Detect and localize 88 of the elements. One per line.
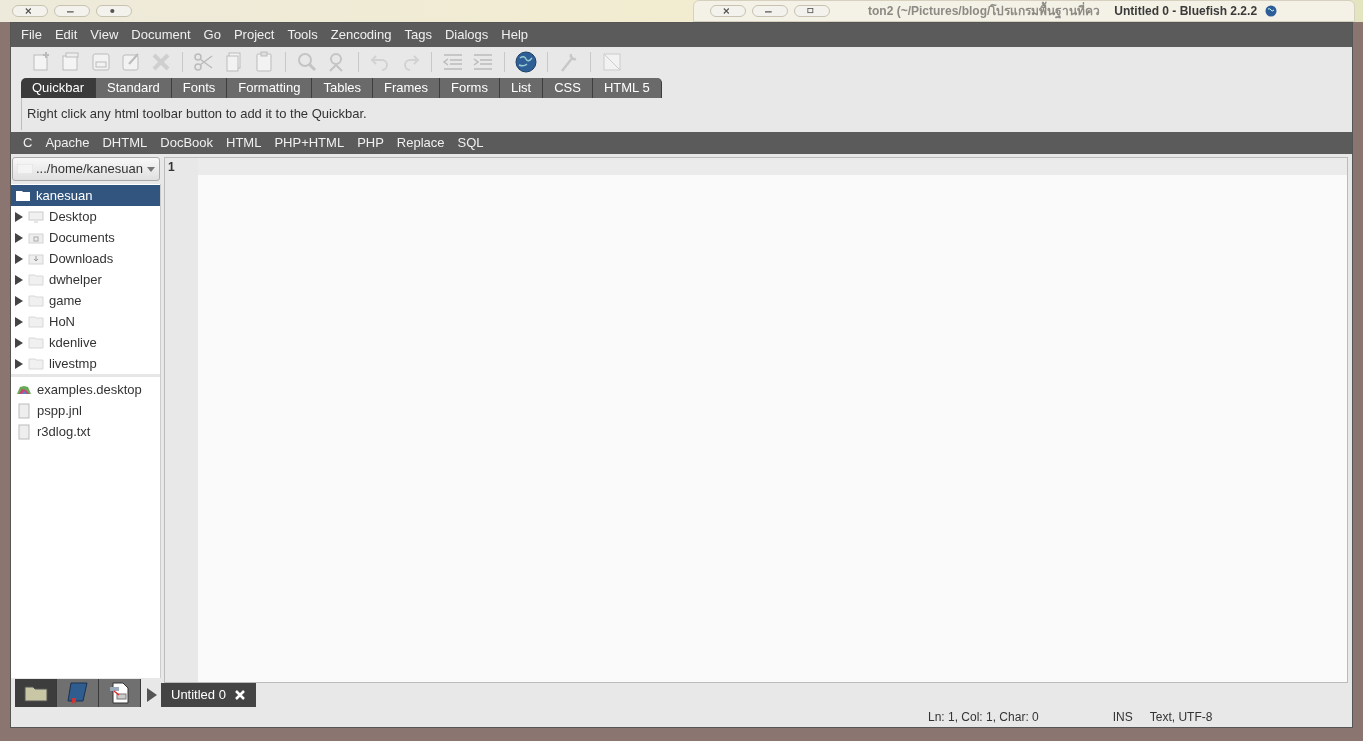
- expander-icon[interactable]: [15, 274, 23, 285]
- editor-area[interactable]: [198, 158, 1347, 682]
- insert-mode: INS: [1112, 709, 1133, 726]
- tree-label: kdenlive: [49, 333, 97, 352]
- toolbar-tab[interactable]: Tables: [312, 78, 374, 98]
- toolbar-tab[interactable]: CSS: [543, 78, 593, 98]
- globe-icon[interactable]: [514, 50, 538, 74]
- menu-item[interactable]: SQL: [451, 133, 490, 153]
- toolbar-tab[interactable]: Quickbar: [21, 78, 97, 98]
- tree-item[interactable]: kdenlive: [11, 332, 160, 353]
- document-encoding: Text, UTF-8: [1149, 709, 1213, 726]
- maximize-icon[interactable]: [794, 5, 830, 17]
- fullscreen-icon[interactable]: [600, 50, 624, 74]
- expander-icon[interactable]: [15, 211, 23, 222]
- menu-item[interactable]: DHTML: [96, 133, 154, 153]
- menu-item[interactable]: Project: [227, 25, 281, 45]
- save-icon[interactable]: [89, 50, 113, 74]
- globe-icon: [1265, 5, 1278, 17]
- toolbar-tab[interactable]: Fonts: [171, 78, 228, 98]
- tree-item[interactable]: dwhelper: [11, 269, 160, 290]
- tree-item[interactable]: Downloads: [11, 248, 160, 269]
- file-name[interactable]: r3dlog.txt: [37, 421, 91, 442]
- document-tab[interactable]: Untitled 0: [161, 683, 256, 707]
- side-panel-tab[interactable]: [99, 679, 141, 707]
- tree-label: livestmp: [49, 354, 97, 373]
- menu-item[interactable]: Apache: [39, 133, 96, 153]
- menu-item[interactable]: Tools: [281, 25, 324, 45]
- minimize-icon[interactable]: [54, 5, 90, 17]
- toolbar-tab[interactable]: Frames: [373, 78, 441, 98]
- tree-item[interactable]: kanesuan: [11, 185, 160, 206]
- menu-item[interactable]: File: [15, 25, 48, 45]
- minimize-icon[interactable]: [752, 5, 788, 17]
- line-number: 1: [168, 159, 176, 176]
- menu-item[interactable]: Zencoding: [324, 25, 398, 45]
- window-title: Untitled 0 - Bluefish 2.2.2: [1114, 3, 1258, 20]
- expander-icon[interactable]: [15, 337, 23, 348]
- toolbar-tab[interactable]: List: [499, 78, 544, 98]
- maximize-icon[interactable]: [96, 5, 132, 17]
- expander-icon[interactable]: [15, 358, 23, 369]
- menu-item[interactable]: View: [84, 25, 125, 45]
- tree-label: Desktop: [49, 207, 97, 226]
- toolbar-tab[interactable]: Formatting: [227, 78, 313, 98]
- side-panel-tab[interactable]: [15, 679, 57, 707]
- toolbar-tab[interactable]: Forms: [440, 78, 500, 98]
- text-icon: [16, 402, 32, 419]
- file-name[interactable]: examples.desktop: [37, 379, 142, 400]
- background-window-title: ton2 (~/Pictures/blog/โปรแกรมพื้นฐานที่คว: [868, 2, 1101, 20]
- tree-label: Downloads: [49, 249, 114, 268]
- tree-label: kanesuan: [36, 186, 93, 205]
- tree-item[interactable]: Desktop: [11, 206, 160, 227]
- tree-item[interactable]: livestmp: [11, 353, 160, 374]
- menu-item[interactable]: Go: [197, 25, 227, 45]
- tree-item[interactable]: HoN: [11, 311, 160, 332]
- menu-item[interactable]: Tags: [398, 25, 438, 45]
- tree-label: HoN: [49, 312, 75, 331]
- tree-item[interactable]: Documents: [11, 227, 160, 248]
- path-dropdown[interactable]: .../home/kanesuan: [12, 157, 160, 181]
- expander-icon[interactable]: [15, 316, 23, 327]
- tree-label: Documents: [49, 228, 115, 247]
- expander-icon[interactable]: [15, 295, 23, 306]
- toolbar-tab[interactable]: Standard: [96, 78, 172, 98]
- scroll-arrow-icon[interactable]: [147, 688, 157, 702]
- text-icon: [16, 423, 32, 440]
- quickbar-message: Right click any html toolbar button to add it to the Quickbar.: [27, 105, 367, 124]
- desktop-icon: [28, 208, 44, 225]
- menu-item[interactable]: PHP: [351, 133, 390, 153]
- toolbar-tab[interactable]: HTML 5: [592, 78, 662, 98]
- menu-item[interactable]: Edit: [48, 25, 84, 45]
- book-icon: [65, 682, 90, 704]
- caret-icon: [147, 166, 155, 172]
- menu-item[interactable]: DocBook: [154, 133, 219, 153]
- tree-label: dwhelper: [49, 270, 102, 289]
- menu-item[interactable]: HTML: [220, 133, 268, 153]
- menu-item[interactable]: Help: [495, 25, 535, 45]
- menu-item[interactable]: PHP+HTML: [268, 133, 351, 153]
- expander-icon[interactable]: [15, 253, 23, 264]
- menu-item[interactable]: Replace: [390, 133, 451, 153]
- menu-item[interactable]: Dialogs: [438, 25, 495, 45]
- file-name[interactable]: pspp.jnl: [37, 400, 82, 421]
- menu-item[interactable]: Document: [125, 25, 197, 45]
- cursor-position: Ln: 1, Col: 1, Char: 0: [928, 709, 1039, 726]
- search-icon[interactable]: [295, 50, 319, 74]
- menu-item[interactable]: C: [17, 133, 39, 153]
- tree-item[interactable]: game: [11, 290, 160, 311]
- tree-label: game: [49, 291, 82, 310]
- tab-label: Untitled 0: [171, 686, 226, 705]
- expander-icon[interactable]: [15, 232, 23, 243]
- insert-file-icon: [108, 682, 131, 704]
